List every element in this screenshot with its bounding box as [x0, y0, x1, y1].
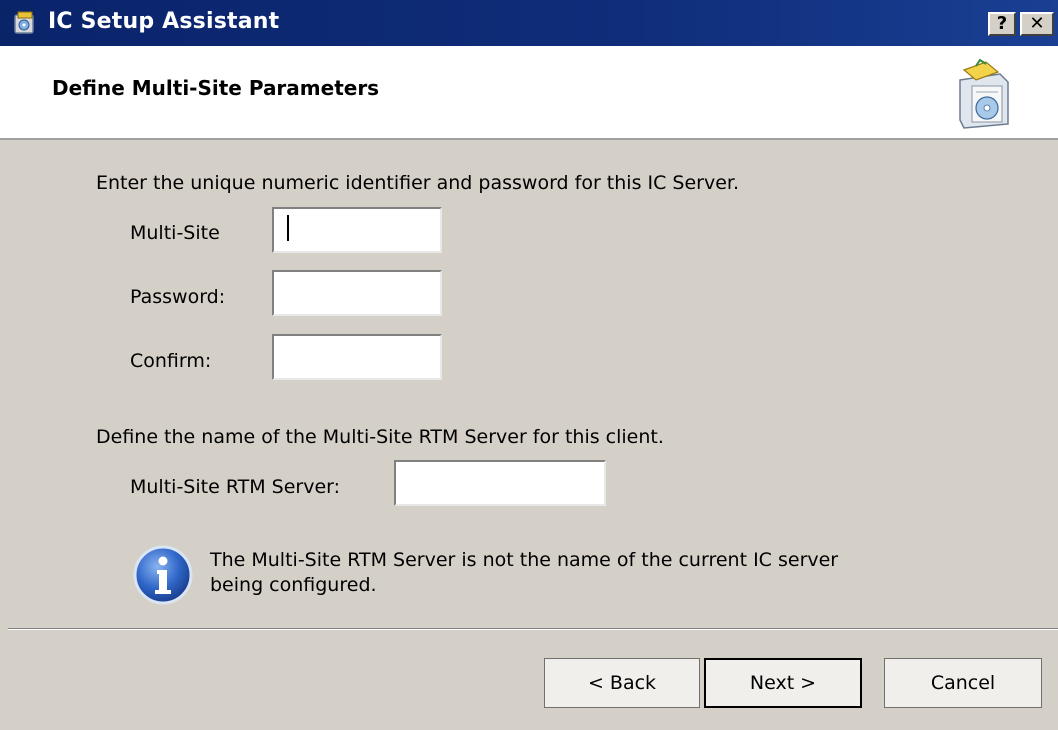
identity-instruction: Enter the unique numeric identifier and …: [96, 172, 740, 194]
multisite-label: Multi-Site: [130, 222, 220, 244]
close-button[interactable]: ✕: [1020, 12, 1054, 36]
page-title: Define Multi-Site Parameters: [52, 76, 380, 100]
divider: [8, 628, 1058, 630]
confirm-password-input[interactable]: [272, 334, 442, 380]
window-title: IC Setup Assistant: [48, 9, 280, 34]
text-cursor: [287, 215, 289, 241]
multisite-id-input[interactable]: [272, 207, 442, 253]
password-label: Password:: [130, 286, 226, 308]
info-message: The Multi-Site RTM Server is not the nam…: [210, 549, 839, 596]
next-button[interactable]: Next >: [704, 658, 862, 708]
title-bar[interactable]: IC Setup Assistant ? ✕: [0, 0, 1058, 46]
back-button[interactable]: < Back: [544, 658, 700, 708]
cancel-button[interactable]: Cancel: [884, 658, 1042, 708]
password-input[interactable]: [272, 270, 442, 316]
help-button[interactable]: ?: [988, 12, 1016, 36]
setup-app-icon: [14, 11, 34, 34]
setup-assistant-window: IC Setup Assistant ? ✕ Define Multi-Site…: [0, 0, 1058, 730]
info-icon: [133, 545, 193, 605]
rtm-instruction: Define the name of the Multi-Site RTM Se…: [96, 426, 664, 448]
confirm-label: Confirm:: [130, 350, 212, 372]
setup-package-icon: [959, 58, 1009, 129]
rtm-server-input[interactable]: [394, 460, 606, 506]
page-header: Define Multi-Site Parameters: [0, 46, 1058, 140]
rtm-server-label: Multi-Site RTM Server:: [130, 476, 341, 498]
